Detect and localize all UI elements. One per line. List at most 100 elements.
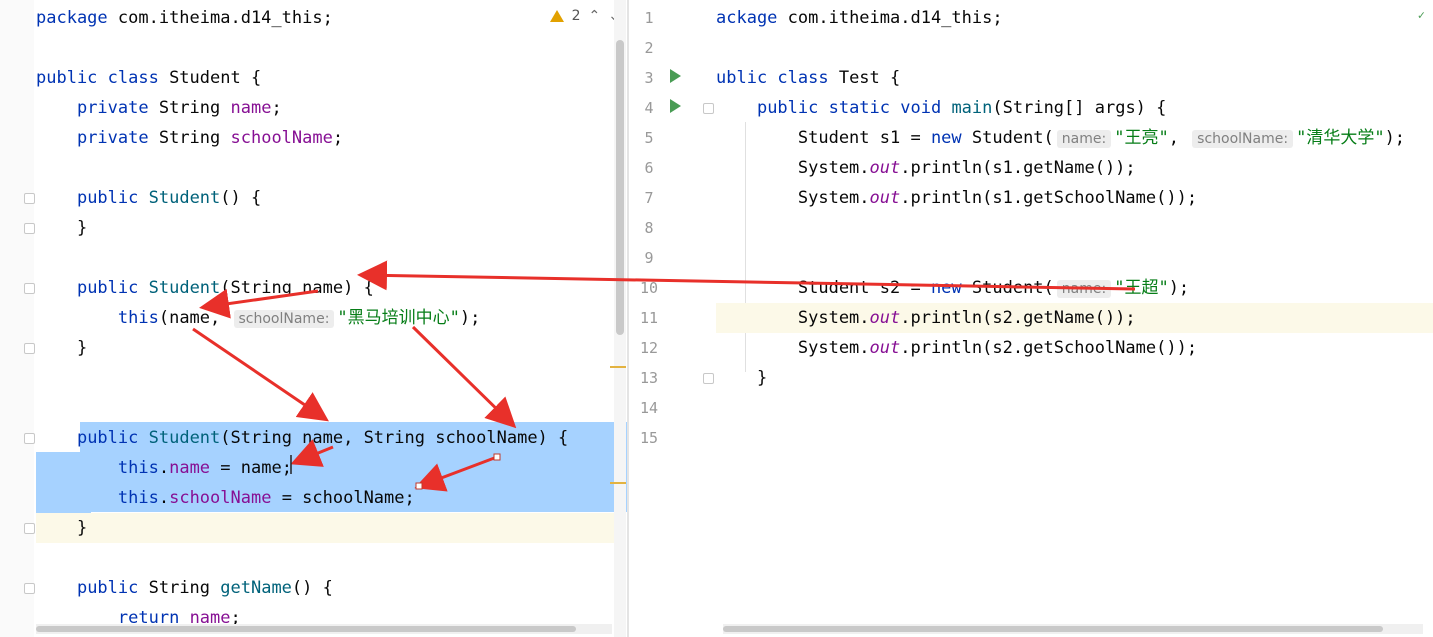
code-line[interactable]: Student s2 = new Student(name: "王超");	[716, 273, 1433, 303]
right-code-editor[interactable]: ackage com.itheima.d14_this;ublic class …	[716, 3, 1433, 453]
code-token: public	[76, 428, 139, 448]
code-token: Student	[148, 188, 221, 208]
code-line[interactable]: }	[36, 333, 614, 363]
warning-stripe[interactable]	[610, 482, 626, 484]
fold-marker-icon[interactable]	[24, 523, 35, 534]
code-line[interactable]: System.out.println(s1.getName());	[716, 153, 1433, 183]
left-code-editor[interactable]: package com.itheima.d14_this;public clas…	[36, 3, 614, 633]
code-token: System.	[716, 158, 870, 178]
code-line[interactable]	[36, 363, 614, 393]
code-line[interactable]	[36, 243, 614, 273]
code-token: main	[951, 98, 993, 118]
code-token: schoolName	[230, 128, 333, 148]
code-line[interactable]: public Student(String name) {	[36, 273, 614, 303]
code-token: );	[1384, 128, 1406, 148]
left-vertical-scrollbar[interactable]	[614, 0, 626, 637]
right-horizontal-scrollbar[interactable]	[723, 624, 1423, 634]
line-number: 8	[644, 219, 654, 237]
code-line[interactable]	[36, 153, 614, 183]
inspection-check-icon[interactable]: ✓	[1418, 8, 1425, 22]
code-token: String	[148, 98, 231, 118]
line-number: 7	[644, 189, 654, 207]
scrollbar-thumb[interactable]	[616, 40, 624, 335]
right-editor-pane[interactable]: 1 2 3 4 5 6 7 8 9 10 11 12 13 14 15 ackage com.itheima…	[629, 0, 1433, 637]
code-token: out	[869, 158, 901, 178]
right-gutter: 1 2 3 4 5 6 7 8 9 10 11 12 13 14 15	[629, 3, 709, 637]
fold-marker-icon[interactable]	[24, 283, 35, 294]
code-token: com.itheima.d14_this;	[777, 8, 1003, 28]
chevron-up-icon[interactable]: ⌃	[589, 8, 601, 24]
left-editor-pane[interactable]: package com.itheima.d14_this;public clas…	[0, 0, 628, 637]
parameter-hint: name:	[1056, 130, 1112, 148]
code-line[interactable]: public static void main(String[] args) {	[716, 93, 1433, 123]
code-line[interactable]: public class Student {	[36, 63, 614, 93]
code-token: }	[36, 518, 88, 538]
code-line[interactable]: this.name = name;	[36, 453, 614, 483]
fold-marker-icon[interactable]	[703, 103, 714, 114]
code-token: "王超"	[1114, 278, 1169, 298]
fold-marker-icon[interactable]	[24, 433, 35, 444]
run-icon[interactable]	[670, 99, 681, 113]
parameter-hint: name:	[1056, 280, 1112, 298]
code-token: new	[930, 278, 962, 298]
code-line[interactable]	[716, 33, 1433, 63]
code-token: ;	[332, 128, 344, 148]
fold-marker-icon[interactable]	[24, 193, 35, 204]
fold-marker-icon[interactable]	[24, 583, 35, 594]
code-line[interactable]	[36, 33, 614, 63]
line-number: 5	[644, 129, 654, 147]
code-line[interactable]: private String name;	[36, 93, 614, 123]
code-token: }	[36, 338, 88, 358]
run-icon[interactable]	[670, 69, 681, 83]
scrollbar-thumb[interactable]	[723, 626, 1383, 632]
fold-marker-icon[interactable]	[24, 343, 35, 354]
code-token: (name,	[158, 308, 231, 328]
code-line[interactable]: System.out.println(s2.getSchoolName());	[716, 333, 1433, 363]
code-token: Student(	[961, 278, 1054, 298]
code-token: = name;	[210, 458, 292, 478]
fold-marker-icon[interactable]	[703, 373, 714, 384]
scrollbar-thumb[interactable]	[36, 626, 576, 632]
inspection-widget[interactable]: 2 ⌃ ⌄	[549, 8, 620, 24]
code-line[interactable]	[716, 393, 1433, 423]
code-token: () {	[220, 188, 262, 208]
code-line[interactable]	[36, 393, 614, 423]
code-token: (String name) {	[220, 278, 374, 298]
code-line[interactable]: private String schoolName;	[36, 123, 614, 153]
code-line[interactable]: System.out.println(s1.getSchoolName());	[716, 183, 1433, 213]
code-token: Student	[148, 428, 221, 448]
code-line[interactable]: Student s1 = new Student(name: "王亮", scho…	[716, 123, 1433, 153]
code-line[interactable]: package com.itheima.d14_this;	[36, 3, 614, 33]
code-token: public	[76, 188, 139, 208]
line-number: 15	[639, 429, 659, 447]
code-line[interactable]	[716, 423, 1433, 453]
code-token: Student {	[158, 68, 262, 88]
code-token: (String[] args) {	[992, 98, 1167, 118]
code-line[interactable]: this(name, schoolName: "黑马培训中心");	[36, 303, 614, 333]
code-token: public	[76, 278, 139, 298]
code-token: "清华大学"	[1296, 128, 1385, 148]
code-line[interactable]: this.schoolName = schoolName;	[36, 483, 614, 513]
code-line[interactable]: }	[36, 213, 614, 243]
code-line[interactable]: public String getName() {	[36, 573, 614, 603]
code-token: }	[716, 368, 768, 388]
code-line[interactable]: public Student() {	[36, 183, 614, 213]
left-horizontal-scrollbar[interactable]	[36, 624, 612, 634]
code-line[interactable]	[716, 213, 1433, 243]
warning-stripe[interactable]	[610, 366, 626, 368]
fold-marker-icon[interactable]	[24, 223, 35, 234]
code-token: }	[36, 218, 88, 238]
code-line[interactable]: }	[36, 513, 614, 543]
code-token: String	[148, 128, 231, 148]
code-line[interactable]: public Student(String name, String schoo…	[36, 423, 614, 453]
code-line[interactable]: }	[716, 363, 1433, 393]
code-line[interactable]	[716, 243, 1433, 273]
code-line[interactable]: ackage com.itheima.d14_this;	[716, 3, 1433, 33]
code-line[interactable]: System.out.println(s2.getName());	[716, 303, 1433, 333]
code-line[interactable]	[36, 543, 614, 573]
code-line[interactable]: ublic class Test {	[716, 63, 1433, 93]
